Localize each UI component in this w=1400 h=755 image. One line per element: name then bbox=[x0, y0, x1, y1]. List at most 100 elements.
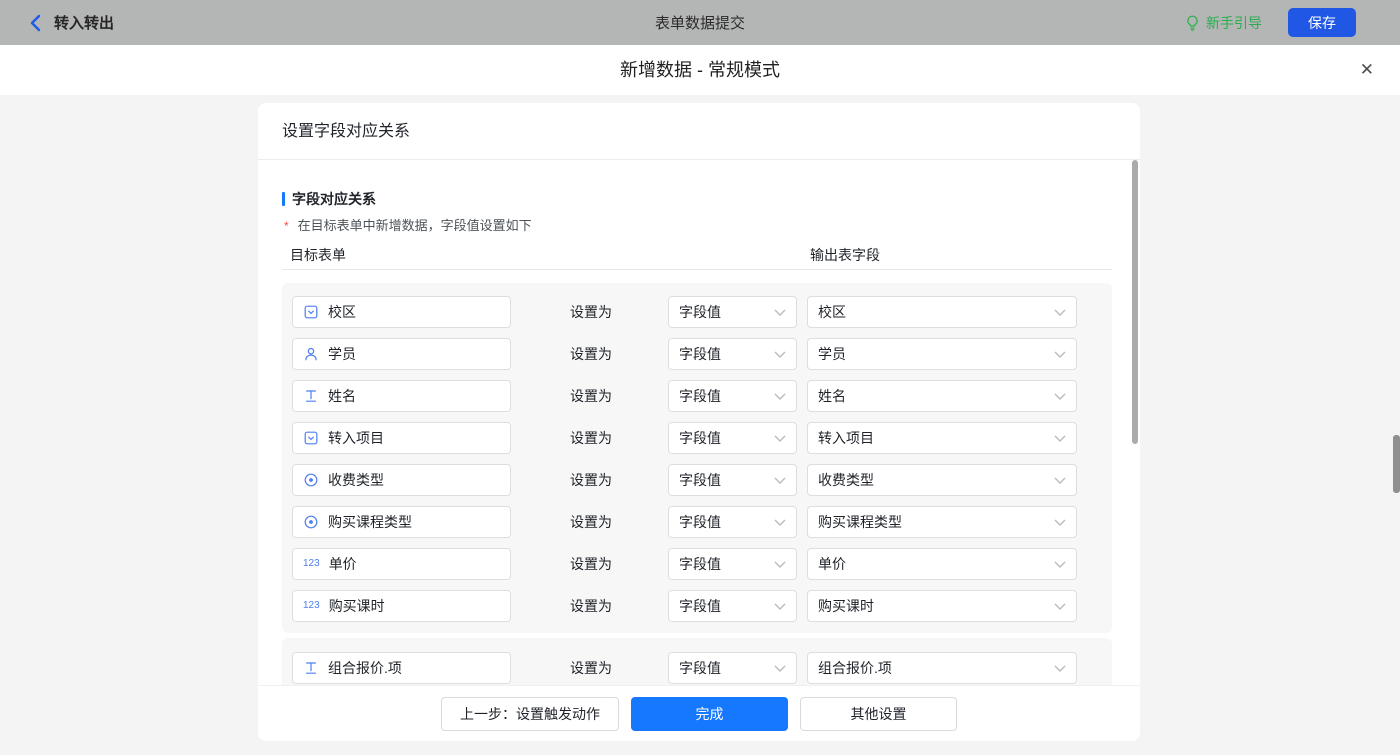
output-field-select[interactable]: 单价 bbox=[807, 548, 1077, 580]
beginner-guide-link[interactable]: 新手引导 bbox=[1184, 13, 1262, 33]
value-type-select[interactable]: 字段值 bbox=[668, 338, 797, 370]
save-button[interactable]: 保存 bbox=[1288, 8, 1356, 37]
radio-icon bbox=[303, 472, 319, 488]
back-button[interactable]: 转入转出 bbox=[27, 12, 114, 33]
other-settings-button[interactable]: 其他设置 bbox=[800, 697, 957, 731]
value-type-select[interactable]: 字段值 bbox=[668, 506, 797, 538]
target-field-box: 学员 bbox=[292, 338, 511, 370]
field-mapping-group: 校区 设置为 字段值 校区 学员 设置为 字段值 bbox=[282, 283, 1112, 633]
column-output-field: 输出表字段 bbox=[810, 245, 880, 265]
field-mapping-row: 收费类型 设置为 字段值 收费类型 bbox=[292, 464, 1102, 496]
target-field-label: 购买课程类型 bbox=[328, 512, 412, 532]
target-field-box: 组合报价.项 bbox=[292, 652, 511, 684]
target-field-label: 组合报价.项 bbox=[328, 658, 402, 678]
set-as-label: 设置为 bbox=[570, 338, 612, 370]
field-mapping-row: 123 购买课时 设置为 字段值 购买课时 bbox=[292, 590, 1102, 622]
target-field-label: 购买课时 bbox=[329, 596, 385, 616]
target-field-box: 校区 bbox=[292, 296, 511, 328]
field-mapping-row: 购买课程类型 设置为 字段值 购买课程类型 bbox=[292, 506, 1102, 538]
output-field-selected: 购买课程类型 bbox=[818, 512, 902, 532]
section-note: * 在目标表单中新增数据，字段值设置如下 bbox=[284, 215, 532, 234]
value-type-selected: 字段值 bbox=[679, 512, 721, 532]
value-type-select[interactable]: 字段值 bbox=[668, 464, 797, 496]
field-mapping-row: 123 单价 设置为 字段值 单价 bbox=[292, 548, 1102, 580]
field-mapping-row: 组合报价.项 设置为 字段值 组合报价.项 bbox=[292, 652, 1102, 684]
value-type-selected: 字段值 bbox=[679, 302, 721, 322]
note-text: 在目标表单中新增数据，字段值设置如下 bbox=[298, 218, 532, 233]
prev-step-button[interactable]: 上一步：设置触发动作 bbox=[441, 697, 619, 731]
target-field-label: 学员 bbox=[328, 344, 356, 364]
target-field-label: 姓名 bbox=[328, 386, 356, 406]
set-as-label: 设置为 bbox=[570, 506, 612, 538]
column-target-form: 目标表单 bbox=[290, 247, 346, 263]
set-as-label: 设置为 bbox=[570, 464, 612, 496]
column-headers: 目标表单 输出表字段 bbox=[290, 245, 1110, 263]
target-field-label: 单价 bbox=[329, 554, 357, 574]
output-field-select[interactable]: 姓名 bbox=[807, 380, 1077, 412]
panel-scrollbar-thumb[interactable] bbox=[1132, 160, 1138, 444]
target-field-box: 123 购买课时 bbox=[292, 590, 511, 622]
target-field-box: 123 单价 bbox=[292, 548, 511, 580]
output-field-selected: 校区 bbox=[818, 302, 846, 322]
output-field-selected: 姓名 bbox=[818, 386, 846, 406]
field-mapping-row: 转入项目 设置为 字段值 转入项目 bbox=[292, 422, 1102, 454]
output-field-selected: 购买课时 bbox=[818, 596, 874, 616]
target-field-label: 校区 bbox=[328, 302, 356, 322]
target-field-label: 转入项目 bbox=[328, 428, 384, 448]
top-bar: 表单数据提交 转入转出 新手引导 保存 bbox=[0, 0, 1400, 45]
close-icon[interactable]: ✕ bbox=[1360, 45, 1374, 95]
value-type-selected: 字段值 bbox=[679, 470, 721, 490]
value-type-selected: 字段值 bbox=[679, 344, 721, 364]
window-scrollbar-thumb[interactable] bbox=[1393, 435, 1400, 493]
target-field-box: 转入项目 bbox=[292, 422, 511, 454]
value-type-select[interactable]: 字段值 bbox=[668, 652, 797, 684]
value-type-select[interactable]: 字段值 bbox=[668, 296, 797, 328]
text-icon bbox=[303, 660, 319, 676]
output-field-select[interactable]: 购买课时 bbox=[807, 590, 1077, 622]
topbar-actions: 新手引导 保存 bbox=[1184, 0, 1356, 45]
value-type-select[interactable]: 字段值 bbox=[668, 590, 797, 622]
modal-title: 新增数据 - 常规模式 bbox=[0, 45, 1400, 95]
section-accent-bar bbox=[282, 192, 285, 206]
set-as-label: 设置为 bbox=[570, 590, 612, 622]
output-field-select[interactable]: 收费类型 bbox=[807, 464, 1077, 496]
panel-header: 设置字段对应关系 bbox=[258, 103, 1140, 160]
finish-button[interactable]: 完成 bbox=[631, 697, 788, 731]
panel-body: 字段对应关系 * 在目标表单中新增数据，字段值设置如下 目标表单 输出表字段 校区… bbox=[258, 161, 1140, 741]
value-type-selected: 字段值 bbox=[679, 554, 721, 574]
value-type-select[interactable]: 字段值 bbox=[668, 422, 797, 454]
target-field-label: 收费类型 bbox=[328, 470, 384, 490]
required-mark: * bbox=[284, 219, 289, 233]
value-type-selected: 字段值 bbox=[679, 386, 721, 406]
target-field-box: 购买课程类型 bbox=[292, 506, 511, 538]
field-mapping-row: 学员 设置为 字段值 学员 bbox=[292, 338, 1102, 370]
column-divider bbox=[282, 269, 1112, 270]
modal-header: 新增数据 - 常规模式 ✕ bbox=[0, 45, 1400, 95]
target-field-box: 收费类型 bbox=[292, 464, 511, 496]
value-type-select[interactable]: 字段值 bbox=[668, 380, 797, 412]
value-type-selected: 字段值 bbox=[679, 596, 721, 616]
user-icon bbox=[303, 346, 319, 362]
output-field-select[interactable]: 学员 bbox=[807, 338, 1077, 370]
select-icon bbox=[303, 430, 319, 446]
set-as-label: 设置为 bbox=[570, 380, 612, 412]
output-field-selected: 学员 bbox=[818, 344, 846, 364]
panel-footer: 上一步：设置触发动作完成其他设置 bbox=[258, 685, 1140, 741]
output-field-selected: 单价 bbox=[818, 554, 846, 574]
output-field-selected: 收费类型 bbox=[818, 470, 874, 490]
number-icon: 123 bbox=[303, 556, 320, 572]
value-type-selected: 字段值 bbox=[679, 658, 721, 678]
section-title-text: 字段对应关系 bbox=[292, 189, 376, 209]
number-icon: 123 bbox=[303, 598, 320, 614]
set-as-label: 设置为 bbox=[570, 652, 612, 684]
output-field-select[interactable]: 转入项目 bbox=[807, 422, 1077, 454]
back-chevron-icon bbox=[27, 15, 43, 31]
output-field-selected: 组合报价.项 bbox=[818, 658, 892, 678]
target-field-box: 姓名 bbox=[292, 380, 511, 412]
output-field-select[interactable]: 购买课程类型 bbox=[807, 506, 1077, 538]
section-title: 字段对应关系 bbox=[282, 189, 376, 209]
output-field-select[interactable]: 校区 bbox=[807, 296, 1077, 328]
value-type-select[interactable]: 字段值 bbox=[668, 548, 797, 580]
output-field-select[interactable]: 组合报价.项 bbox=[807, 652, 1077, 684]
set-as-label: 设置为 bbox=[570, 422, 612, 454]
